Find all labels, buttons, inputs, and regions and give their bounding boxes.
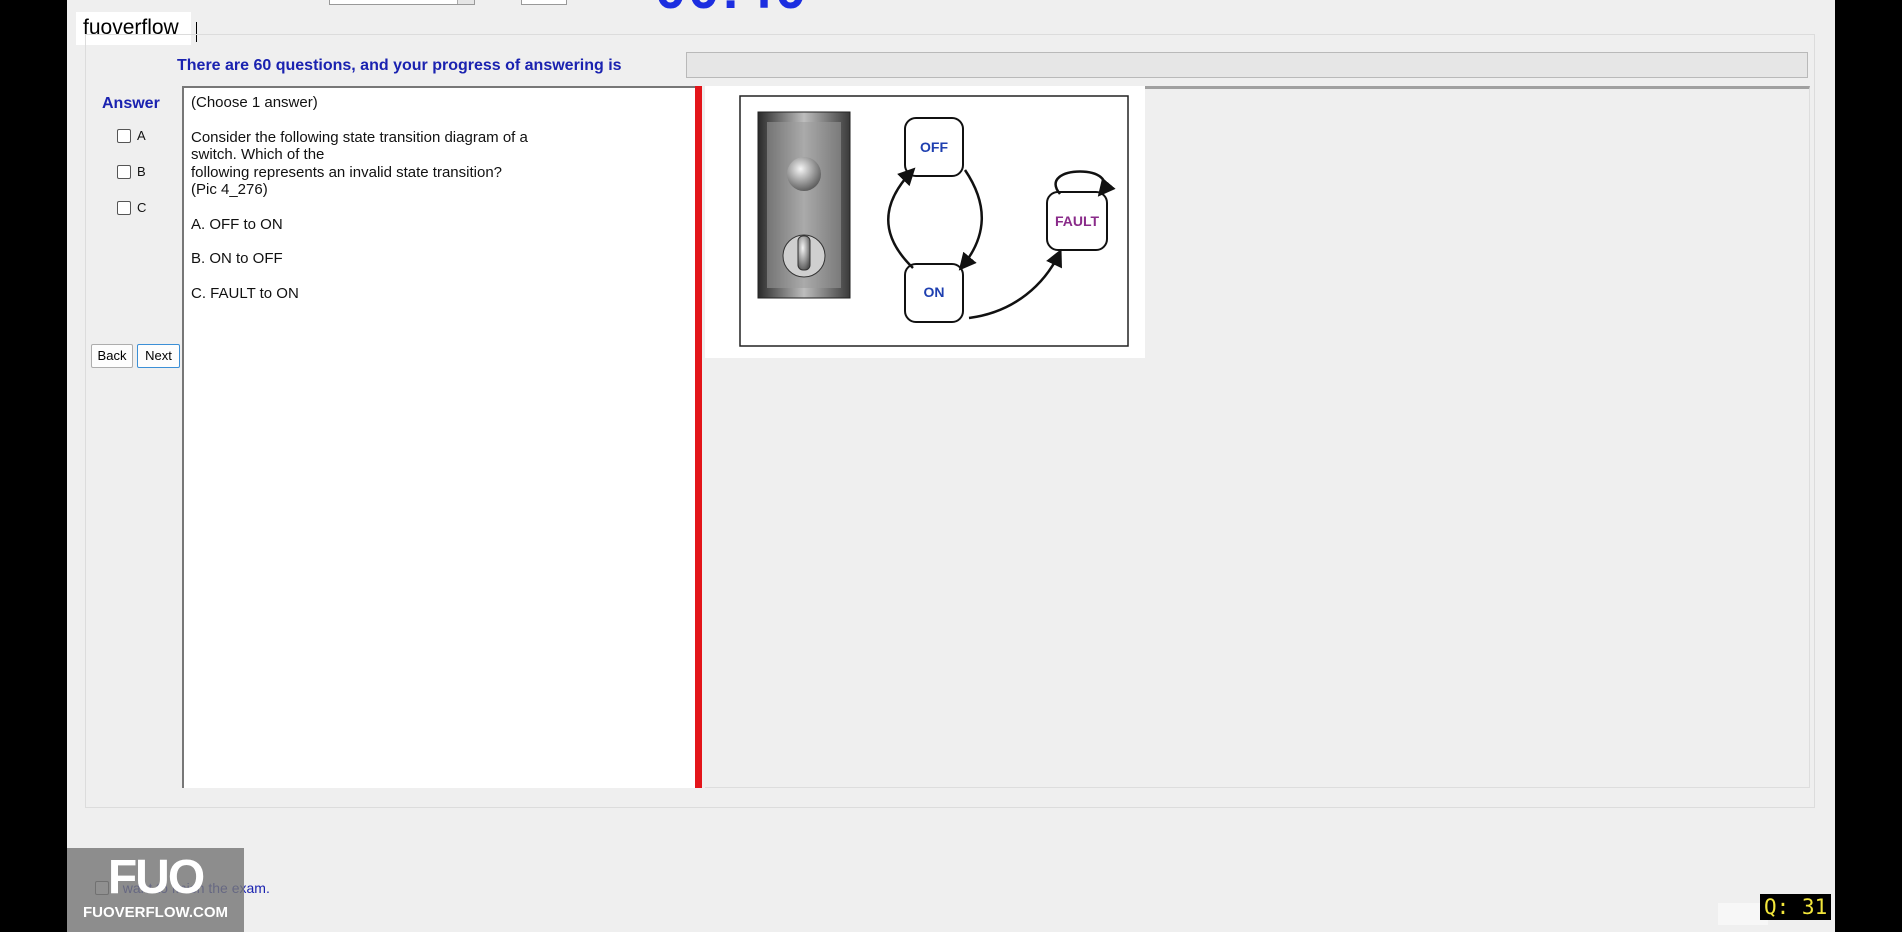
state-on: ON xyxy=(904,263,964,323)
state-transition-diagram: OFF ON FAULT xyxy=(705,86,1145,358)
transition-on-to-fault xyxy=(968,248,1062,320)
back-button[interactable]: Back xyxy=(91,344,133,368)
logo-text: FUOVERFLOW.COM xyxy=(83,904,228,921)
choice-b-text: B. ON to OFF xyxy=(191,250,283,267)
choice-a-text: A. OFF to ON xyxy=(191,215,283,233)
state-label-on: ON xyxy=(924,284,945,300)
top-dropdown[interactable] xyxy=(329,0,475,5)
question-number-badge: Q: 31 xyxy=(1760,894,1832,920)
answer-option-a[interactable]: A xyxy=(117,128,146,143)
transition-off-to-on xyxy=(958,169,983,271)
toggle-switch-photo xyxy=(757,111,851,299)
question-text-line: (Pic 4_276) xyxy=(191,181,268,198)
question-instruction: (Choose 1 answer) xyxy=(191,94,318,111)
progress-label: There are 60 questions, and your progres… xyxy=(177,57,622,74)
exam-timer: 00:40 xyxy=(655,0,808,21)
progress-bar xyxy=(686,52,1808,78)
question-text-line: switch. Which of the xyxy=(191,146,325,163)
state-fault: FAULT xyxy=(1046,191,1108,251)
transition-fault-self xyxy=(1054,170,1116,197)
choice-c-text: C. FAULT to ON xyxy=(191,284,299,302)
question-panel: (Choose 1 answer) Consider the following… xyxy=(182,86,696,788)
option-label: A xyxy=(137,128,146,143)
question-text-line: Consider the following state transition … xyxy=(191,128,528,146)
answer-option-c[interactable]: C xyxy=(117,200,146,215)
exam-window: 00:40 fuoverflow There are 60 questions,… xyxy=(67,0,1835,932)
top-small-field[interactable] xyxy=(521,0,567,5)
answer-option-b[interactable]: B xyxy=(117,164,146,179)
checkbox-b[interactable] xyxy=(117,164,131,179)
question-text-line: following represents an invalid state tr… xyxy=(191,163,503,181)
state-off: OFF xyxy=(904,117,964,177)
checkbox-a[interactable] xyxy=(117,128,131,143)
next-button[interactable]: Next xyxy=(137,344,180,368)
fuoverflow-logo: FUO FUOVERFLOW.COM xyxy=(67,848,244,932)
answer-label: Answer xyxy=(102,95,160,112)
chevron-down-icon[interactable] xyxy=(457,0,474,4)
state-label-off: OFF xyxy=(920,139,948,155)
option-label: B xyxy=(137,164,146,179)
state-label-fault: FAULT xyxy=(1055,213,1100,229)
option-label: C xyxy=(137,200,147,215)
logo-mark: FUO xyxy=(107,851,205,904)
panel-splitter[interactable] xyxy=(695,86,702,788)
checkbox-c[interactable] xyxy=(117,200,131,215)
transition-on-to-off xyxy=(887,167,916,269)
